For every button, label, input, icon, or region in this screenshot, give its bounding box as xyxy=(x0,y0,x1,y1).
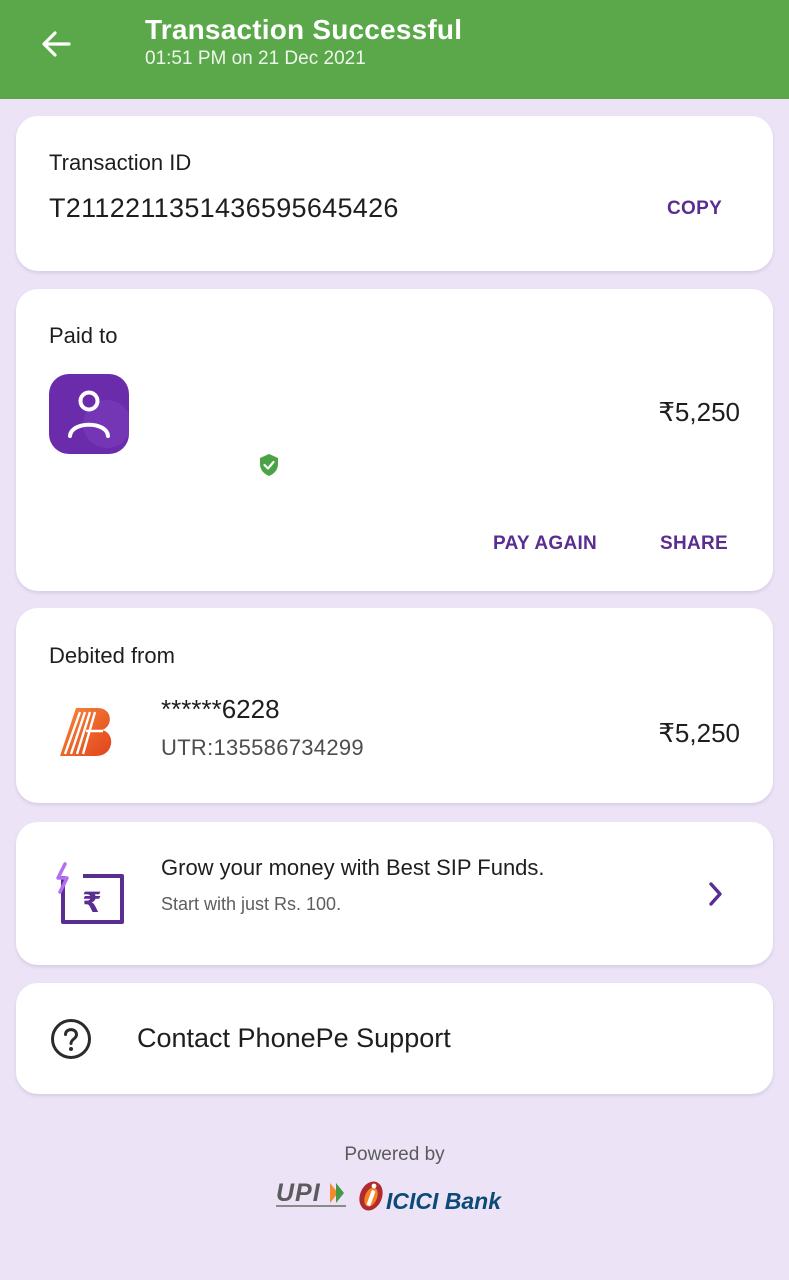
icici-bank-logo: ICICI Bank xyxy=(356,1178,516,1218)
transaction-timestamp: 01:51 PM on 21 Dec 2021 xyxy=(145,48,366,69)
promo-title: Grow your money with Best SIP Funds. xyxy=(161,855,545,880)
verified-shield-icon xyxy=(260,454,278,476)
pay-again-button[interactable]: PAY AGAIN xyxy=(493,533,597,555)
utr-number: UTR:135586734299 xyxy=(161,735,364,760)
debited-amount: ₹5,250 xyxy=(658,718,740,748)
support-label: Contact PhonePe Support xyxy=(137,1023,451,1053)
arrow-left-icon xyxy=(42,31,71,57)
support-card[interactable]: Contact PhonePe Support xyxy=(16,983,773,1094)
chevron-right-icon[interactable] xyxy=(706,880,726,908)
debited-from-label: Debited from xyxy=(49,643,175,668)
paid-to-card: Paid to ₹5,250 PAY AGAIN SHARE xyxy=(16,289,773,591)
user-avatar-icon xyxy=(49,374,129,454)
svg-text:₹: ₹ xyxy=(82,886,101,919)
paid-to-label: Paid to xyxy=(49,323,118,348)
powered-by-label: Powered by xyxy=(344,1144,445,1165)
promo-subtitle: Start with just Rs. 100. xyxy=(161,894,342,914)
page-title: Transaction Successful xyxy=(145,14,463,45)
app-header: Transaction Successful 01:51 PM on 21 De… xyxy=(0,0,789,99)
transaction-id-label: Transaction ID xyxy=(49,150,192,175)
copy-button[interactable]: COPY xyxy=(667,198,722,220)
paid-amount: ₹5,250 xyxy=(658,397,740,427)
debited-from-card: Debited from ******6228 UTR:135586734299… xyxy=(16,608,773,803)
back-button[interactable] xyxy=(32,22,80,66)
transaction-id-card: Transaction ID T2112211351436595645426 C… xyxy=(16,116,773,271)
upi-logo: UPI xyxy=(276,1179,352,1211)
bank-of-baroda-logo xyxy=(60,708,112,756)
account-number: ******6228 xyxy=(161,694,280,724)
sip-rupee-icon: ₹ xyxy=(56,862,124,924)
sip-promo-card[interactable]: ₹ Grow your money with Best SIP Funds. S… xyxy=(16,822,773,965)
help-circle-icon xyxy=(51,1019,91,1059)
share-button[interactable]: SHARE xyxy=(660,533,728,555)
transaction-id-value: T2112211351436595645426 xyxy=(49,193,399,223)
